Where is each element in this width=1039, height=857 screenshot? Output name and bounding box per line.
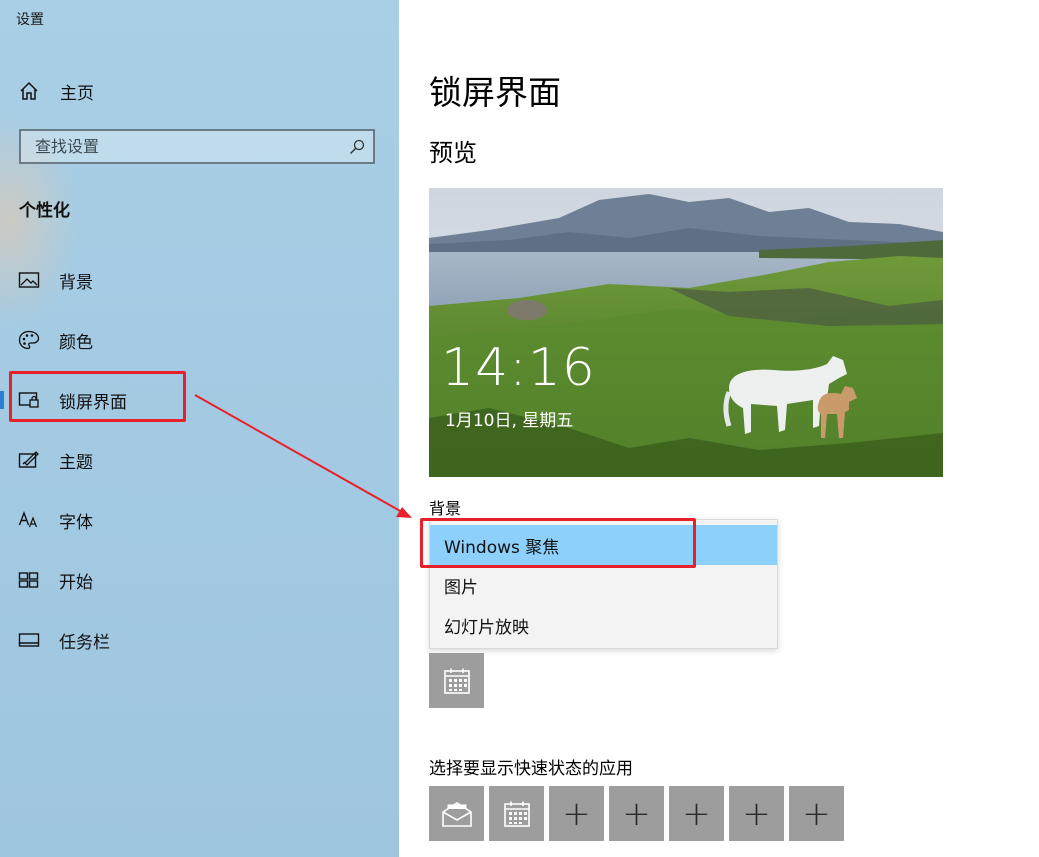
- sidebar-item-lock-screen[interactable]: 锁屏界面: [0, 380, 399, 420]
- palette-icon: [18, 330, 40, 350]
- section-title: 个性化: [19, 201, 70, 221]
- lock-screen-preview: 14:16 1月10日, 星期五: [429, 188, 943, 477]
- sidebar-item-label: 任务栏: [59, 632, 110, 653]
- lock-screen-icon: [18, 392, 39, 408]
- taskbar-icon: [18, 633, 40, 647]
- plus-icon: +: [622, 793, 651, 834]
- quick-status-add-button[interactable]: +: [729, 786, 784, 841]
- preview-landscape-image: [429, 188, 943, 477]
- option-label: Windows 聚焦: [444, 537, 560, 558]
- background-option-windows-spotlight[interactable]: Windows 聚焦: [430, 525, 777, 565]
- sidebar-item-label: 锁屏界面: [59, 392, 127, 413]
- sidebar-item-label: 字体: [59, 512, 93, 533]
- sidebar-item-taskbar[interactable]: 任务栏: [0, 620, 399, 660]
- home-icon: [20, 81, 38, 100]
- sidebar-item-start[interactable]: 开始: [0, 560, 399, 600]
- search-icon[interactable]: [349, 139, 365, 155]
- sidebar-item-label: 背景: [59, 272, 93, 293]
- option-label: 幻灯片放映: [444, 617, 529, 638]
- window-title: 设置: [16, 12, 44, 28]
- quick-status-add-button[interactable]: +: [549, 786, 604, 841]
- theme-icon: [18, 451, 39, 468]
- plus-icon: +: [802, 793, 831, 834]
- sidebar-item-background[interactable]: 背景: [0, 260, 399, 300]
- font-icon: [18, 511, 38, 528]
- nav-home-label: 主页: [60, 83, 94, 104]
- sidebar-item-label: 开始: [59, 572, 93, 593]
- nav-home[interactable]: 主页: [18, 78, 94, 104]
- quick-status-add-button[interactable]: +: [789, 786, 844, 841]
- calendar-icon: [443, 668, 470, 694]
- sidebar-item-label: 主题: [59, 452, 93, 473]
- start-icon: [18, 572, 39, 588]
- background-label: 背景: [429, 499, 462, 518]
- quick-status-add-button[interactable]: +: [609, 786, 664, 841]
- search-box[interactable]: [19, 129, 375, 164]
- plus-icon: +: [742, 793, 771, 834]
- calendar-icon: [503, 801, 530, 827]
- page-title: 锁屏界面: [429, 73, 561, 112]
- picture-icon: [18, 272, 40, 288]
- sidebar-item-colors[interactable]: 颜色: [0, 320, 399, 360]
- sidebar: 设置 主页 个性化 背景 颜色: [0, 0, 399, 857]
- active-indicator: [0, 391, 4, 409]
- sidebar-item-themes[interactable]: 主题: [0, 440, 399, 480]
- quick-status-add-button[interactable]: +: [669, 786, 724, 841]
- background-option-slideshow[interactable]: 幻灯片放映: [430, 605, 777, 645]
- plus-icon: +: [562, 793, 591, 834]
- main-content: 锁屏界面 预览 14:16 1月10日, 星期五 背景 Windows 聚焦 图…: [399, 0, 1039, 857]
- sidebar-item-label: 颜色: [59, 332, 93, 353]
- quick-status-app-mail[interactable]: [429, 786, 484, 841]
- preview-date: 1月10日, 星期五: [445, 411, 574, 431]
- background-option-picture[interactable]: 图片: [430, 565, 777, 605]
- search-input[interactable]: [21, 131, 355, 162]
- mail-icon: [441, 801, 472, 827]
- sidebar-item-fonts[interactable]: 字体: [0, 500, 399, 540]
- detailed-status-app-button[interactable]: [429, 653, 484, 708]
- preview-clock: 14:16: [441, 338, 596, 398]
- plus-icon: +: [682, 793, 711, 834]
- quick-status-app-calendar[interactable]: [489, 786, 544, 841]
- option-label: 图片: [444, 577, 478, 598]
- background-dropdown-list[interactable]: Windows 聚焦 图片 幻灯片放映: [429, 519, 778, 649]
- preview-heading: 预览: [429, 139, 477, 167]
- quick-status-label: 选择要显示快速状态的应用: [429, 759, 633, 779]
